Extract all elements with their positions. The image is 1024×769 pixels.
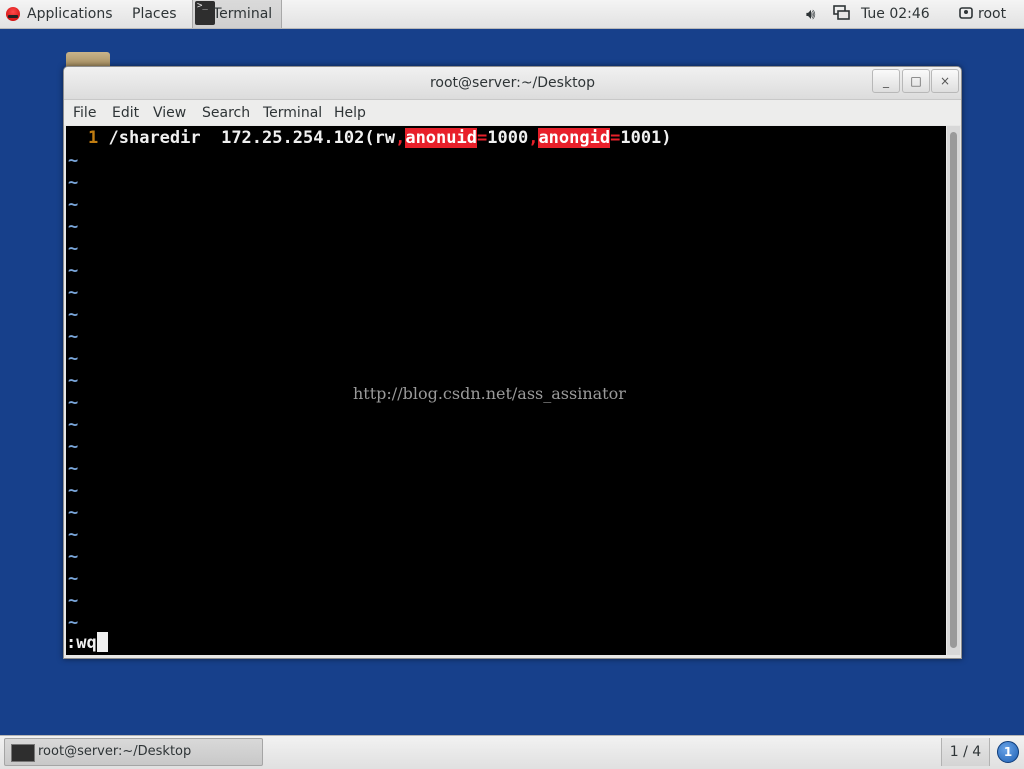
separator-comma: , xyxy=(395,128,406,148)
tilde-marker: ~ xyxy=(68,173,79,193)
equals-sign: = xyxy=(610,128,621,148)
tilde-marker: ~ xyxy=(68,569,79,589)
workspace-switcher[interactable]: 1 / 4 xyxy=(941,738,990,766)
option-anongid: anongid xyxy=(538,128,611,148)
applications-menu[interactable]: Applications xyxy=(27,0,113,28)
tilde-marker: ~ xyxy=(68,591,79,611)
network-icon[interactable] xyxy=(833,0,851,28)
tilde-marker: ~ xyxy=(68,327,79,347)
separator-comma: , xyxy=(528,128,539,148)
line-number: 1 xyxy=(88,128,99,148)
menu-search[interactable]: Search xyxy=(202,100,250,125)
tilde-marker: ~ xyxy=(68,481,79,501)
tilde-marker: ~ xyxy=(68,349,79,369)
equals-sign: = xyxy=(476,128,488,148)
anongid-value: 1001) xyxy=(620,128,672,148)
terminal-icon xyxy=(11,744,35,762)
terminal-icon: >_ xyxy=(195,1,215,25)
tilde-marker: ~ xyxy=(68,195,79,215)
menu-help[interactable]: Help xyxy=(334,100,366,125)
volume-icon[interactable]: 🔊︎ xyxy=(806,0,815,28)
tilde-marker: ~ xyxy=(68,393,79,413)
notification-badge[interactable]: 1 xyxy=(997,741,1019,763)
tilde-marker: ~ xyxy=(68,283,79,303)
user-menu[interactable]: root xyxy=(978,0,1006,28)
terminal-area[interactable]: 1 /sharedir 172.25.254.102(rw,anonuid=10… xyxy=(66,126,946,655)
menu-terminal[interactable]: Terminal xyxy=(263,100,322,125)
taskbar-window-label: root@server:~/Desktop xyxy=(38,744,192,759)
menu-file[interactable]: File xyxy=(73,100,96,125)
editor-line-1: 1 /sharedir 172.25.254.102(rw,anonuid=10… xyxy=(88,127,672,149)
command-line[interactable]: :wq xyxy=(66,632,108,654)
tilde-marker: ~ xyxy=(68,261,79,281)
menu-view[interactable]: View xyxy=(153,100,186,125)
anonuid-value: 1000 xyxy=(487,128,529,148)
active-app-menu[interactable]: >_ Terminal xyxy=(192,0,282,28)
tilde-marker: ~ xyxy=(68,239,79,259)
tilde-marker: ~ xyxy=(68,151,79,171)
taskbar-window-button[interactable]: root@server:~/Desktop xyxy=(4,738,263,766)
scrollbar-thumb[interactable] xyxy=(950,132,957,648)
scrollbar[interactable] xyxy=(947,126,960,655)
tilde-marker: ~ xyxy=(68,217,79,237)
top-panel: Applications Places >_ Terminal 🔊︎ Tue 0… xyxy=(0,0,1024,29)
titlebar[interactable]: root@server:~/Desktop _ □ × xyxy=(64,67,961,100)
tilde-marker: ~ xyxy=(68,437,79,457)
user-icon xyxy=(959,0,973,28)
menubar: File Edit View Search Terminal Help xyxy=(64,100,961,125)
tilde-marker: ~ xyxy=(68,305,79,325)
tilde-marker: ~ xyxy=(68,547,79,567)
tilde-marker: ~ xyxy=(68,371,79,391)
tilde-marker: ~ xyxy=(68,415,79,435)
maximize-button[interactable]: □ xyxy=(902,69,930,93)
tilde-marker: ~ xyxy=(68,613,79,633)
places-menu[interactable]: Places xyxy=(132,0,177,28)
menu-edit[interactable]: Edit xyxy=(112,100,139,125)
option-anonuid: anonuid xyxy=(405,128,477,148)
close-button[interactable]: × xyxy=(931,69,959,93)
redhat-logo-icon xyxy=(6,7,20,21)
text-cursor xyxy=(96,632,108,652)
tilde-marker: ~ xyxy=(68,503,79,523)
window-title: root@server:~/Desktop xyxy=(429,75,596,91)
watermark: http://blog.csdn.net/ass_assinator xyxy=(353,384,626,403)
terminal-window: root@server:~/Desktop _ □ × File Edit Vi… xyxy=(63,66,962,659)
tilde-marker: ~ xyxy=(68,459,79,479)
active-app-label: Terminal xyxy=(213,6,273,22)
bottom-panel: root@server:~/Desktop 1 / 4 1 xyxy=(0,735,1024,769)
minimize-button[interactable]: _ xyxy=(872,69,900,93)
command-text: :wq xyxy=(66,633,97,653)
tilde-marker: ~ xyxy=(68,525,79,545)
export-path: /sharedir 172.25.254.102(rw xyxy=(108,128,396,148)
clock[interactable]: Tue 02:46 xyxy=(861,0,930,28)
